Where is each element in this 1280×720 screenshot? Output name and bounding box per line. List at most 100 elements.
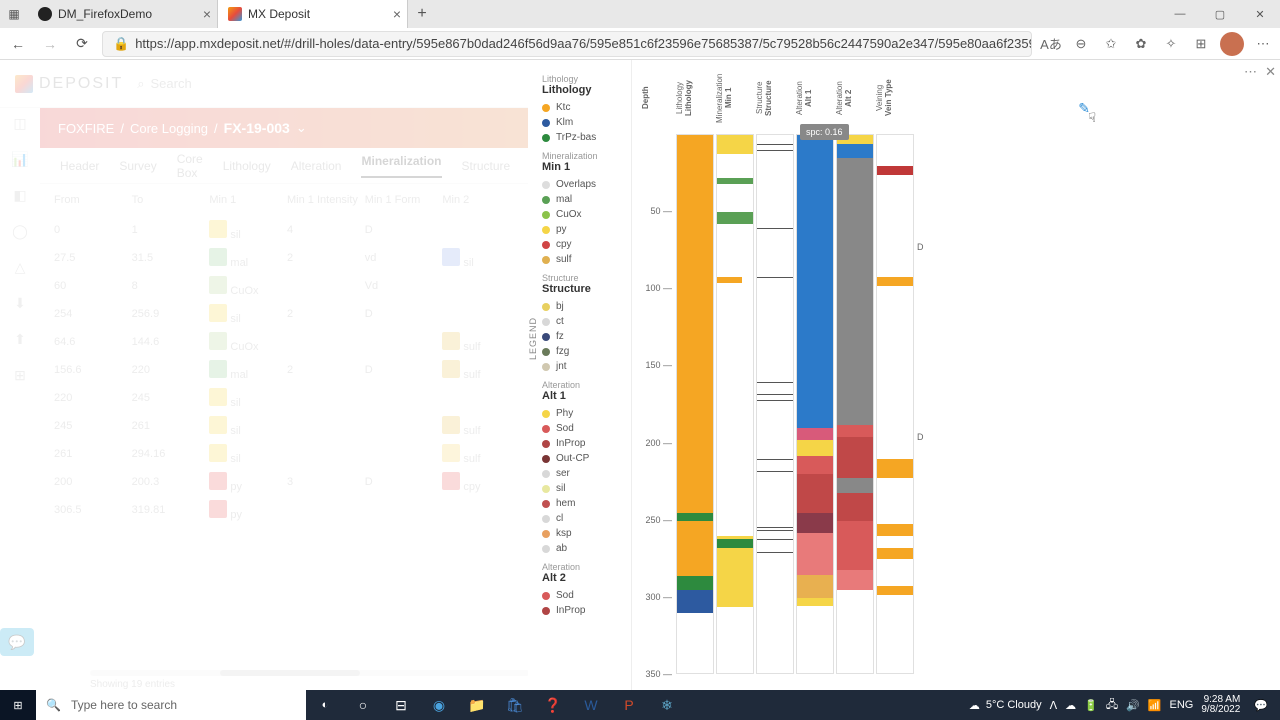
favorites-list-icon[interactable]: ✧ [1160,33,1182,55]
collections-icon[interactable]: ⊞ [1190,33,1212,55]
legend-item[interactable]: Overlaps [542,177,623,192]
tab-mineralization[interactable]: Mineralization [361,154,441,178]
legend-item[interactable]: bj [542,299,623,314]
refresh-button[interactable]: ⟳ [70,32,94,56]
legend-item[interactable]: Klm [542,115,623,130]
legend-item[interactable]: InProp [542,436,623,451]
horizontal-scrollbar[interactable] [90,670,530,676]
breadcrumb-project[interactable]: FOXFIRE [58,121,114,136]
table-row[interactable]: 261294.16 sil sulf [40,440,530,468]
edge-icon[interactable]: ◉ [420,690,458,720]
table-row[interactable]: 245261 sil sulf [40,412,530,440]
close-icon[interactable]: × [393,6,401,22]
powerpoint-icon[interactable]: P [610,690,648,720]
table-row[interactable]: 608 CuOxVd [40,272,530,300]
circle-icon[interactable]: ○ [344,690,382,720]
close-window-button[interactable]: ✕ [1240,0,1280,28]
notifications-icon[interactable]: 💬 [1248,699,1274,712]
legend-item[interactable]: fzg [542,344,623,359]
minimize-button[interactable]: — [1160,0,1200,28]
nav-icon-1[interactable]: ◫ [11,114,29,132]
table-row[interactable]: 306.5319.81 py [40,496,530,524]
browser-tab-1[interactable]: DM_FirefoxDemo × [28,0,218,28]
breadcrumb-hole[interactable]: FX-19-003 [224,120,290,136]
column-header[interactable]: Min 1 [209,194,283,206]
column-header[interactable]: Min 1 Intensity [287,194,361,206]
url-field[interactable]: 🔒 https://app.mxdeposit.net/#/drill-hole… [102,31,1032,57]
app-logo[interactable]: DEPOSIT [15,75,123,93]
legend-item[interactable]: InProp [542,603,623,618]
legend-item[interactable]: Sod [542,588,623,603]
wifi-icon[interactable]: 📶 [1148,699,1162,712]
legend-item[interactable]: ksp [542,526,623,541]
breadcrumb-section[interactable]: Core Logging [130,121,208,136]
nav-icon-3[interactable]: ◧ [11,186,29,204]
legend-item[interactable]: CuOx [542,207,623,222]
structure-track[interactable] [756,134,794,674]
table-row[interactable]: 220245 sil [40,384,530,412]
nav-icon-8[interactable]: ⊞ [11,366,29,384]
table-row[interactable]: 64.6144.6 CuOx sulf [40,328,530,356]
browser-tab-2[interactable]: MX Deposit × [218,0,408,28]
tab-lithology[interactable]: Lithology [223,159,271,173]
tab-alteration[interactable]: Alteration [291,159,342,173]
nav-icon-2[interactable]: 📊 [11,150,29,168]
volume-icon[interactable]: 🔊 [1126,699,1140,712]
legend-item[interactable]: ab [542,541,623,556]
legend-item[interactable]: TrPz-bas [542,130,623,145]
column-header[interactable]: To [132,194,206,206]
legend-item[interactable]: Sod [542,421,623,436]
alt1-track[interactable] [796,134,834,674]
help-icon[interactable]: ❓ [534,690,572,720]
cortana-icon[interactable]: ◐ [306,699,344,711]
legend-item[interactable]: mal [542,192,623,207]
legend-item[interactable]: cpy [542,237,623,252]
column-header[interactable]: Min 1 Form [365,194,439,206]
legend-item[interactable]: Out-CP [542,451,623,466]
tab-header[interactable]: Header [60,159,99,173]
favorite-icon[interactable]: ✩ [1100,33,1122,55]
table-row[interactable]: 156.6220 mal2D sulf [40,356,530,384]
legend-item[interactable]: py [542,222,623,237]
table-row[interactable]: 200200.3 py3D cpy [40,468,530,496]
extensions-icon[interactable]: ✿ [1130,33,1152,55]
panel-more-icon[interactable]: ⋯ [1244,64,1258,80]
language-indicator[interactable]: ENG [1170,699,1194,711]
panel-close-icon[interactable]: ✕ [1265,64,1276,80]
start-button[interactable]: ⊞ [0,690,36,720]
column-header[interactable]: Min 2 [442,194,516,206]
table-row[interactable]: 01 sil4D [40,216,530,244]
nav-icon-7[interactable]: ⬆ [11,330,29,348]
legend-item[interactable]: sulf [542,252,623,267]
tab-survey[interactable]: Survey [119,159,156,173]
network-icon[interactable]: 🖧 [1106,696,1118,715]
battery-icon[interactable]: 🔋 [1084,699,1098,712]
taskview-icon[interactable]: ⊟ [382,690,420,720]
legend-item[interactable]: fz [542,329,623,344]
word-icon[interactable]: W [572,690,610,720]
back-button[interactable]: ← [6,32,30,56]
taskbar-search[interactable]: 🔍 Type here to search [36,690,306,720]
table-row[interactable]: 27.531.5 mal2vd sil [40,244,530,272]
maximize-button[interactable]: ▢ [1200,0,1240,28]
legend-item[interactable]: jnt [542,359,623,374]
mineralization-track[interactable] [716,134,754,674]
new-tab-button[interactable]: + [408,5,436,23]
nav-icon-4[interactable]: ◯ [11,222,29,240]
legend-item[interactable]: Phy [542,406,623,421]
tab-core box[interactable]: Core Box [177,152,203,180]
search-field[interactable]: ⌕ Search [137,76,191,92]
legend-item[interactable]: ct [542,314,623,329]
legend-item[interactable]: cl [542,511,623,526]
alt2-track[interactable] [836,134,874,674]
column-header[interactable]: From [54,194,128,206]
menu-icon[interactable]: ⋯ [1252,33,1274,55]
clock[interactable]: 9:28 AM 9/8/2022 [1201,695,1240,715]
legend-item[interactable]: ser [542,466,623,481]
profile-avatar[interactable] [1220,32,1244,56]
store-icon[interactable]: 🛍 [496,690,534,720]
app-icon[interactable]: ❄ [648,690,686,720]
reader-icon[interactable]: Aあ [1040,33,1062,55]
legend-item[interactable]: hem [542,496,623,511]
chevron-down-icon[interactable]: ⌄ [296,120,307,136]
